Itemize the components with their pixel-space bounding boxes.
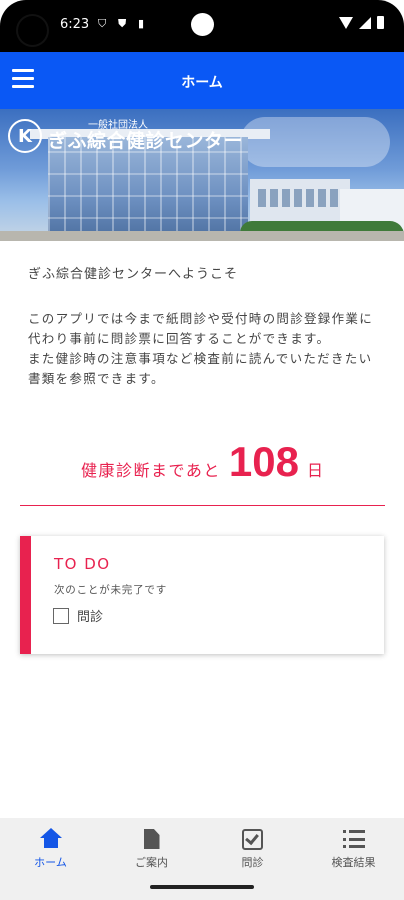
home-icon bbox=[39, 828, 62, 850]
nav-label-guide: ご案内 bbox=[135, 856, 168, 869]
list-icon bbox=[342, 830, 365, 848]
countdown-prefix: 健康診断まであと bbox=[81, 461, 221, 480]
status-bar: 6:23 ⛉ ⛊ ▮ bbox=[0, 0, 404, 52]
app-bar: ホーム bbox=[0, 52, 404, 109]
cloud bbox=[240, 117, 390, 167]
front-camera bbox=[191, 13, 214, 36]
todo-title: TO DO bbox=[54, 555, 111, 573]
status-time: 6:23 bbox=[60, 17, 90, 32]
bottom-navigation: ホーム ご案内 問診 検査結果 bbox=[0, 818, 404, 876]
logo-mark-icon: K bbox=[8, 119, 42, 153]
nav-item-results[interactable]: 検査結果 bbox=[303, 818, 404, 876]
logo-title: ぎふ綜合健診センター bbox=[48, 130, 244, 153]
nav-item-home[interactable]: ホーム bbox=[0, 818, 101, 876]
vpn-icon: ⛊ bbox=[118, 17, 127, 30]
checkbox-icon bbox=[242, 828, 263, 850]
divider bbox=[20, 505, 385, 506]
signal-icon bbox=[359, 16, 371, 29]
camera-cutout bbox=[16, 14, 49, 47]
todo-item-monshin[interactable]: 問診 bbox=[53, 606, 103, 625]
countdown-suffix: 日 bbox=[306, 461, 323, 480]
app-description: このアプリでは今まで紙問診や受付時の問診登録作業に代わり事前に問診票に回答するこ… bbox=[28, 309, 380, 389]
header-banner-image: K 一般社団法人 ぎふ綜合健診センター bbox=[0, 109, 404, 241]
battery-icon bbox=[377, 16, 384, 29]
home-gesture-bar[interactable] bbox=[150, 885, 254, 889]
document-icon bbox=[143, 829, 160, 849]
description-paragraph-2: また健診時の注意事項など検査前に読んでいただきたい書類を参照できます。 bbox=[28, 351, 373, 386]
shield-icon: ⛉ bbox=[98, 17, 107, 30]
wifi-icon bbox=[339, 16, 353, 29]
todo-card: TO DO 次のことが未完了です 問診 bbox=[20, 536, 384, 654]
status-right-icons bbox=[339, 16, 384, 29]
description-paragraph-1: このアプリでは今まで紙問診や受付時の問診登録作業に代わり事前に問診票に回答するこ… bbox=[28, 311, 374, 346]
page-title: ホーム bbox=[181, 75, 223, 91]
nav-item-guide[interactable]: ご案内 bbox=[101, 818, 202, 876]
todo-item-label: 問診 bbox=[77, 610, 104, 625]
nav-label-results: 検査結果 bbox=[331, 856, 376, 869]
checkup-countdown: 健康診断まであと 108 日 bbox=[0, 438, 404, 486]
center-logo: K 一般社団法人 ぎふ綜合健診センター bbox=[8, 119, 243, 153]
todo-subtitle: 次のことが未完了です bbox=[54, 584, 167, 596]
nav-label-questionnaire: 問診 bbox=[241, 856, 264, 869]
sim-icon: ▮ bbox=[138, 17, 145, 30]
nav-label-home: ホーム bbox=[34, 856, 67, 869]
welcome-heading: ぎふ綜合健診センターへようこそ bbox=[28, 267, 239, 282]
plaza bbox=[0, 231, 404, 241]
nav-item-questionnaire[interactable]: 問診 bbox=[202, 818, 303, 876]
todo-accent-bar bbox=[20, 536, 31, 654]
countdown-days: 108 bbox=[228, 438, 299, 485]
todo-checkbox[interactable] bbox=[53, 607, 69, 624]
